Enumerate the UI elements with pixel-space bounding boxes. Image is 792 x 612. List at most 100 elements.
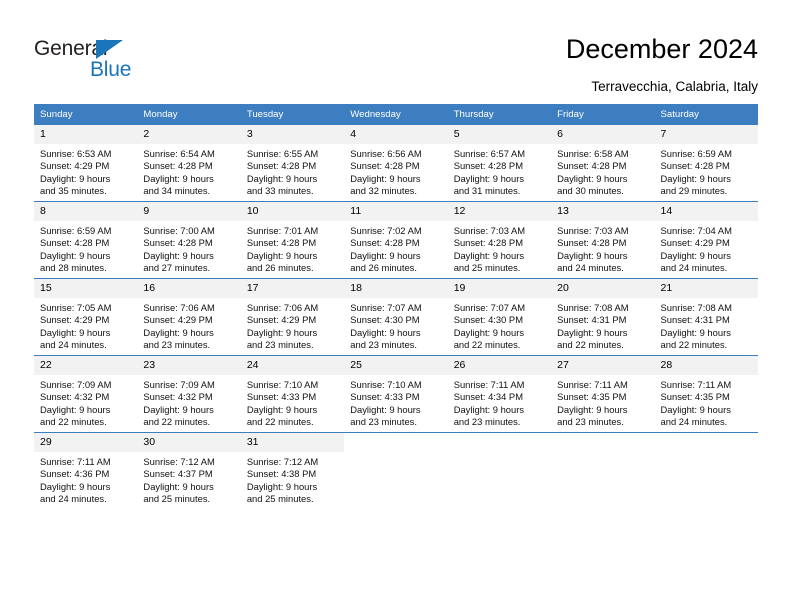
sunset-text: Sunset: 4:28 PM	[40, 237, 110, 249]
day-cell[interactable]: 7 Sunrise: 6:59 AM Sunset: 4:28 PM Dayli…	[654, 125, 758, 202]
weekday-header-wednesday: Wednesday	[344, 104, 448, 125]
day-cell[interactable]: 15 Sunrise: 7:05 AM Sunset: 4:29 PM Dayl…	[34, 278, 138, 356]
daylight-text-line2: and 22 minutes.	[40, 416, 107, 428]
daylight-text-line1: Daylight: 9 hours	[40, 172, 111, 184]
day-cell[interactable]: 31 Sunrise: 7:12 AM Sunset: 4:38 PM Dayl…	[240, 432, 345, 509]
day-cell[interactable]: 23 Sunrise: 7:09 AM Sunset: 4:32 PM Dayl…	[137, 355, 241, 433]
daylight-text-line1: Daylight: 9 hours	[246, 480, 318, 492]
daylight-text-line1: Daylight: 9 hours	[660, 172, 731, 184]
calendar-week-row: 15 Sunrise: 7:05 AM Sunset: 4:29 PM Dayl…	[34, 278, 758, 356]
day-cell-empty	[654, 432, 758, 509]
daylight-text-line1: Daylight: 9 hours	[350, 403, 421, 415]
daylight-text-line2: and 30 minutes.	[557, 185, 624, 197]
day-cell[interactable]: 30 Sunrise: 7:12 AM Sunset: 4:37 PM Dayl…	[137, 432, 241, 509]
day-number: 26	[447, 356, 552, 375]
daylight-text-line1: Daylight: 9 hours	[453, 326, 525, 338]
daylight-text-line2: and 35 minutes.	[40, 185, 107, 197]
day-info: Sunrise: 7:11 AM Sunset: 4:36 PM Dayligh…	[34, 452, 137, 506]
sunset-text: Sunset: 4:28 PM	[350, 237, 420, 249]
calendar-body: 1 Sunrise: 6:53 AM Sunset: 4:29 PM Dayli…	[34, 125, 758, 509]
day-cell[interactable]: 4 Sunrise: 6:56 AM Sunset: 4:28 PM Dayli…	[344, 125, 448, 202]
day-cell[interactable]: 18 Sunrise: 7:07 AM Sunset: 4:30 PM Dayl…	[344, 278, 448, 356]
day-cell[interactable]: 14 Sunrise: 7:04 AM Sunset: 4:29 PM Dayl…	[654, 201, 758, 279]
day-number: 29	[34, 433, 138, 452]
sunset-text: Sunset: 4:28 PM	[143, 237, 213, 249]
daylight-text-line2: and 33 minutes.	[246, 185, 314, 197]
daylight-text-line2: and 23 minutes.	[350, 416, 417, 428]
day-number: 25	[344, 356, 448, 375]
day-info: Sunrise: 7:07 AM Sunset: 4:30 PM Dayligh…	[344, 298, 447, 352]
day-cell[interactable]: 19 Sunrise: 7:07 AM Sunset: 4:30 PM Dayl…	[447, 278, 552, 356]
day-info: Sunrise: 7:10 AM Sunset: 4:33 PM Dayligh…	[344, 375, 447, 429]
sunset-text: Sunset: 4:31 PM	[557, 314, 627, 326]
day-cell[interactable]: 1 Sunrise: 6:53 AM Sunset: 4:29 PM Dayli…	[34, 125, 138, 202]
day-cell[interactable]: 2 Sunrise: 6:54 AM Sunset: 4:28 PM Dayli…	[137, 125, 241, 202]
day-number	[654, 433, 758, 452]
day-info: Sunrise: 7:03 AM Sunset: 4:28 PM Dayligh…	[551, 221, 654, 275]
sunrise-text: Sunrise: 6:59 AM	[660, 148, 732, 159]
day-cell[interactable]: 27 Sunrise: 7:11 AM Sunset: 4:35 PM Dayl…	[551, 355, 655, 433]
calendar-grid: Sunday Monday Tuesday Wednesday Thursday…	[34, 104, 758, 509]
day-cell[interactable]: 11 Sunrise: 7:02 AM Sunset: 4:28 PM Dayl…	[344, 201, 448, 279]
day-cell[interactable]: 22 Sunrise: 7:09 AM Sunset: 4:32 PM Dayl…	[34, 355, 138, 433]
day-cell[interactable]: 16 Sunrise: 7:06 AM Sunset: 4:29 PM Dayl…	[137, 278, 241, 356]
daylight-text-line2: and 24 minutes.	[557, 262, 624, 274]
sunrise-text: Sunrise: 7:11 AM	[453, 379, 525, 390]
day-info: Sunrise: 7:04 AM Sunset: 4:29 PM Dayligh…	[655, 221, 758, 275]
day-info: Sunrise: 7:06 AM Sunset: 4:29 PM Dayligh…	[241, 298, 344, 352]
generalblue-logo[interactable]: General Blue	[34, 37, 234, 87]
day-cell[interactable]: 5 Sunrise: 6:57 AM Sunset: 4:28 PM Dayli…	[447, 125, 552, 202]
sunrise-text: Sunrise: 6:55 AM	[246, 148, 319, 159]
sunrise-text: Sunrise: 7:08 AM	[557, 302, 629, 313]
sunrise-text: Sunrise: 7:07 AM	[350, 302, 422, 313]
sunrise-text: Sunrise: 6:57 AM	[453, 148, 526, 159]
daylight-text-line1: Daylight: 9 hours	[557, 403, 628, 415]
day-cell[interactable]: 29 Sunrise: 7:11 AM Sunset: 4:36 PM Dayl…	[34, 432, 138, 509]
day-info: Sunrise: 6:56 AM Sunset: 4:28 PM Dayligh…	[344, 144, 447, 198]
sunrise-text: Sunrise: 7:11 AM	[660, 379, 732, 390]
day-cell[interactable]: 9 Sunrise: 7:00 AM Sunset: 4:28 PM Dayli…	[137, 201, 241, 279]
daylight-text-line1: Daylight: 9 hours	[660, 249, 731, 261]
day-cell[interactable]: 12 Sunrise: 7:03 AM Sunset: 4:28 PM Dayl…	[447, 201, 552, 279]
day-cell[interactable]: 26 Sunrise: 7:11 AM Sunset: 4:34 PM Dayl…	[447, 355, 552, 433]
day-number: 8	[34, 202, 138, 221]
sunset-text: Sunset: 4:34 PM	[453, 391, 523, 403]
sunset-text: Sunset: 4:33 PM	[350, 391, 420, 403]
day-cell[interactable]: 28 Sunrise: 7:11 AM Sunset: 4:35 PM Dayl…	[654, 355, 758, 433]
day-number: 18	[344, 279, 448, 298]
day-cell[interactable]: 10 Sunrise: 7:01 AM Sunset: 4:28 PM Dayl…	[240, 201, 345, 279]
page-title: December 2024	[565, 34, 758, 64]
sunrise-text: Sunrise: 7:06 AM	[143, 302, 215, 313]
daylight-text-line2: and 25 minutes.	[246, 493, 314, 505]
day-info: Sunrise: 6:59 AM Sunset: 4:28 PM Dayligh…	[655, 144, 758, 198]
day-cell[interactable]: 24 Sunrise: 7:10 AM Sunset: 4:33 PM Dayl…	[240, 355, 345, 433]
day-cell[interactable]: 6 Sunrise: 6:58 AM Sunset: 4:28 PM Dayli…	[551, 125, 655, 202]
daylight-text-line2: and 23 minutes.	[350, 339, 417, 351]
daylight-text-line1: Daylight: 9 hours	[40, 326, 111, 338]
day-cell[interactable]: 13 Sunrise: 7:03 AM Sunset: 4:28 PM Dayl…	[551, 201, 655, 279]
daylight-text-line1: Daylight: 9 hours	[660, 326, 731, 338]
daylight-text-line2: and 25 minutes.	[453, 262, 521, 274]
day-cell[interactable]: 3 Sunrise: 6:55 AM Sunset: 4:28 PM Dayli…	[240, 125, 345, 202]
calendar-week-row: 1 Sunrise: 6:53 AM Sunset: 4:29 PM Dayli…	[34, 125, 758, 202]
sunset-text: Sunset: 4:35 PM	[660, 391, 730, 403]
day-number: 7	[654, 125, 758, 144]
day-number	[344, 433, 448, 452]
day-info: Sunrise: 7:00 AM Sunset: 4:28 PM Dayligh…	[137, 221, 240, 275]
weekday-header-tuesday: Tuesday	[240, 104, 345, 125]
day-info: Sunrise: 7:12 AM Sunset: 4:38 PM Dayligh…	[241, 452, 344, 506]
day-number: 15	[34, 279, 138, 298]
day-cell[interactable]: 8 Sunrise: 6:59 AM Sunset: 4:28 PM Dayli…	[34, 201, 138, 279]
sunset-text: Sunset: 4:29 PM	[246, 314, 317, 326]
day-cell[interactable]: 17 Sunrise: 7:06 AM Sunset: 4:29 PM Dayl…	[240, 278, 345, 356]
sunset-text: Sunset: 4:32 PM	[143, 391, 213, 403]
sunrise-text: Sunrise: 7:06 AM	[246, 302, 319, 313]
day-info: Sunrise: 7:11 AM Sunset: 4:34 PM Dayligh…	[448, 375, 551, 429]
day-cell[interactable]: 21 Sunrise: 7:08 AM Sunset: 4:31 PM Dayl…	[654, 278, 758, 356]
weekday-header-friday: Friday	[551, 104, 655, 125]
sunset-text: Sunset: 4:30 PM	[453, 314, 523, 326]
sunrise-text: Sunrise: 7:12 AM	[143, 456, 215, 467]
day-cell[interactable]: 20 Sunrise: 7:08 AM Sunset: 4:31 PM Dayl…	[551, 278, 655, 356]
weekday-header-saturday: Saturday	[654, 104, 758, 125]
day-cell[interactable]: 25 Sunrise: 7:10 AM Sunset: 4:33 PM Dayl…	[344, 355, 448, 433]
